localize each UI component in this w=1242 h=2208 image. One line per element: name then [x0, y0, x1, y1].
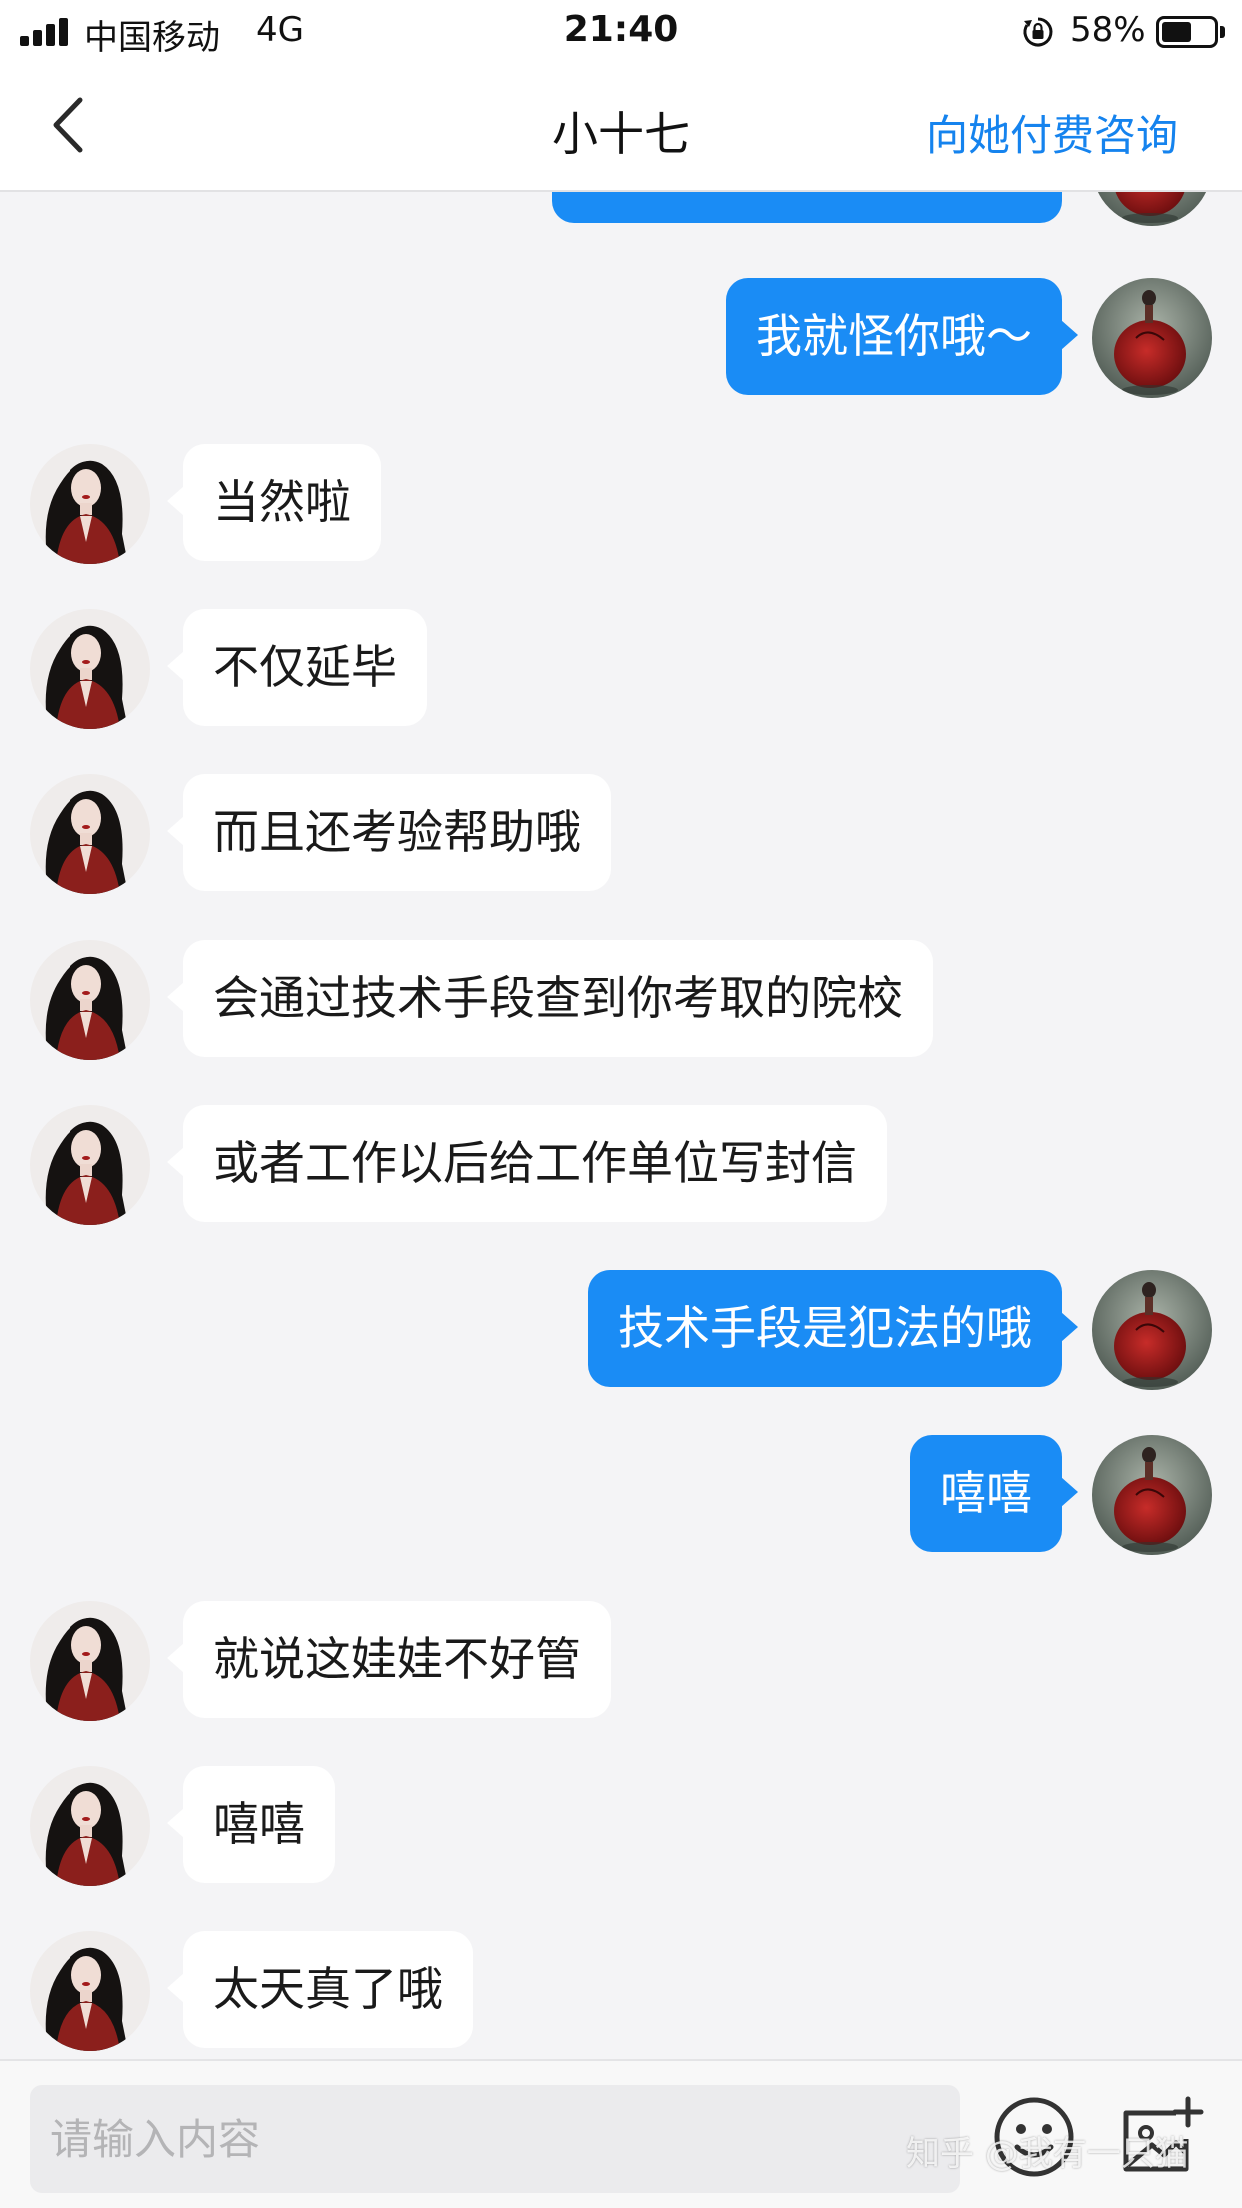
- avatar-contact[interactable]: [30, 1105, 150, 1225]
- battery-level: [1162, 22, 1191, 42]
- message-bubble[interactable]: 就说这娃娃不好管: [167, 1601, 611, 1718]
- battery-tip: [1220, 26, 1225, 38]
- avatar-self[interactable]: [1092, 278, 1212, 398]
- avatar-contact[interactable]: [30, 609, 150, 729]
- message-input[interactable]: [30, 2085, 960, 2193]
- battery-percent: 58%: [1070, 10, 1146, 50]
- message-bubble[interactable]: 我就怪你哦～: [726, 278, 1078, 395]
- navigation-bar: 小十七 向她付费咨询: [0, 62, 1242, 192]
- avatar-contact[interactable]: [30, 940, 150, 1060]
- chat-message-incoming: 或者工作以后给工作单位写封信: [0, 1105, 1242, 1225]
- rotation-lock-icon: [1023, 17, 1053, 47]
- status-bar: 中国移动 4G 21:40 58%: [0, 0, 1242, 62]
- chat-message-incoming: 不仅延毕: [0, 609, 1242, 729]
- message-bubble[interactable]: 太天真了哦: [167, 1931, 473, 2048]
- chat-message-incoming: 会通过技术手段查到你考取的院校: [0, 940, 1242, 1060]
- message-bubble[interactable]: 而且还考验帮助哦: [167, 774, 611, 891]
- avatar-self[interactable]: [1092, 1435, 1212, 1555]
- chat-message-incoming: 就说这娃娃不好管: [0, 1601, 1242, 1721]
- paid-consult-button[interactable]: 向她付费咨询: [926, 102, 1178, 163]
- message-bubble[interactable]: 嘻嘻: [910, 1435, 1078, 1552]
- avatar-contact[interactable]: [30, 1931, 150, 2051]
- avatar-contact[interactable]: [30, 774, 150, 894]
- message-bubble[interactable]: 或者工作以后给工作单位写封信: [167, 1105, 887, 1222]
- chat-message-incoming: 太天真了哦: [0, 1931, 1242, 2051]
- message-bubble[interactable]: 不仅延毕: [167, 609, 427, 726]
- message-bubble[interactable]: 当然啦: [167, 444, 381, 561]
- chat-message-incoming: 当然啦: [0, 444, 1242, 564]
- watermark: 知乎 @我有一只猫: [906, 2134, 1189, 2174]
- chat-message-outgoing: 我就怪你哦～: [0, 278, 1242, 398]
- chat-message-incoming: 而且还考验帮助哦: [0, 774, 1242, 894]
- battery-icon: [1156, 16, 1218, 48]
- avatar-contact[interactable]: [30, 1766, 150, 1886]
- avatar-self[interactable]: [1092, 1270, 1212, 1390]
- avatar-self[interactable]: [1092, 192, 1212, 226]
- chat-message-list[interactable]: 我就怪你哦～ 当然啦 不仅延毕 而且还考验帮助哦 会通过技术手段查到你考取的院校…: [0, 192, 1242, 2059]
- chat-message-outgoing: 技术手段是犯法的哦: [0, 1270, 1242, 1390]
- chat-message-outgoing: 嘻嘻: [0, 1435, 1242, 1555]
- chat-message-partial: [0, 192, 1242, 226]
- avatar-contact[interactable]: [30, 1601, 150, 1721]
- status-time: 21:40: [563, 9, 679, 50]
- message-bubble[interactable]: 嘻嘻: [167, 1766, 335, 1883]
- message-bubble[interactable]: 技术手段是犯法的哦: [588, 1270, 1078, 1387]
- chat-message-incoming: 嘻嘻: [0, 1766, 1242, 1886]
- message-bubble[interactable]: 会通过技术手段查到你考取的院校: [167, 940, 933, 1057]
- avatar-contact[interactable]: [30, 444, 150, 564]
- message-bubble-partial: [552, 192, 1062, 223]
